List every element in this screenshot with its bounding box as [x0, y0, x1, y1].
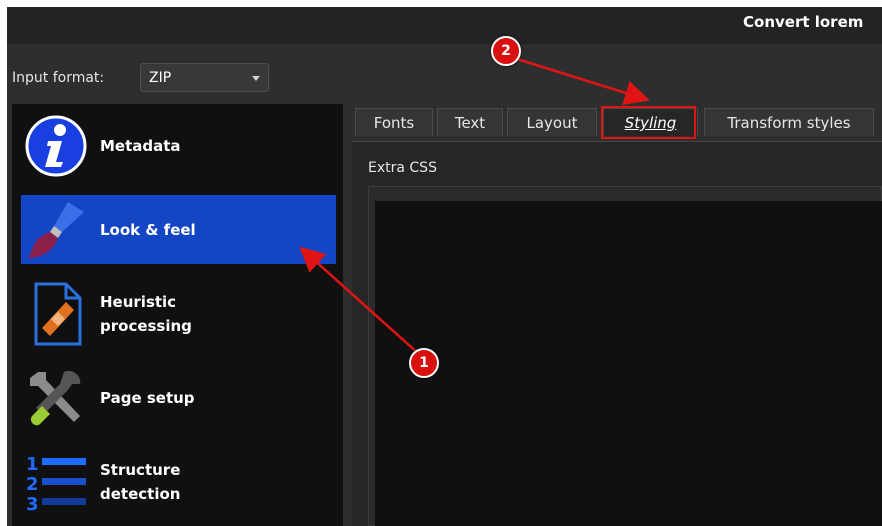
convert-dialog: Convert lorem Input format: ZIP Metadata… — [7, 7, 882, 526]
tab-layout[interactable]: Layout — [507, 108, 597, 136]
sidebar-item-label: Page setup — [100, 388, 195, 407]
tab-label: Fonts — [373, 114, 415, 132]
chevron-down-icon[interactable] — [252, 76, 260, 81]
tab-transform-styles[interactable]: Transform styles — [704, 108, 874, 136]
step-badge-1: 1 — [409, 348, 439, 378]
svg-text:2: 2 — [26, 474, 39, 495]
tab-label: Transform styles — [727, 114, 851, 132]
svg-text:3: 3 — [26, 494, 39, 514]
sidebar-item-metadata[interactable]: Metadata — [21, 111, 336, 180]
document-bandage-icon — [34, 282, 82, 346]
step-badge-2: 2 — [491, 36, 521, 66]
tab-text[interactable]: Text — [437, 108, 503, 136]
input-format-value: ZIP — [149, 70, 172, 86]
sidebar-item-label: Structure detection — [100, 460, 181, 503]
sidebar-item-label: Look & feel — [100, 220, 196, 239]
sidebar-item-structure-detection[interactable]: 1 2 3 Structure detection — [21, 447, 336, 516]
look-and-feel-panel: Fonts Text Layout Styling Transform styl… — [352, 104, 882, 526]
tab-label: Layout — [526, 114, 578, 132]
styling-tab-highlight — [601, 106, 696, 139]
tools-icon — [30, 370, 81, 426]
sidebar: Metadata Look & feel Heuristic processin… — [12, 104, 343, 526]
info-icon — [25, 115, 87, 177]
extra-css-label: Extra CSS — [368, 160, 437, 176]
svg-text:1: 1 — [26, 454, 39, 475]
sidebar-item-heuristic-processing[interactable]: Heuristic processing — [21, 279, 336, 348]
window-title: Convert lorem — [743, 13, 864, 31]
input-format-select[interactable]: ZIP — [140, 63, 269, 92]
sidebar-item-label: Heuristic processing — [100, 292, 192, 335]
tab-label: Text — [454, 114, 486, 132]
input-format-label: Input format: — [12, 70, 105, 86]
extra-css-editor[interactable] — [375, 201, 882, 526]
title-bar: Convert lorem — [7, 7, 882, 44]
sidebar-item-page-setup[interactable]: Page setup — [21, 363, 336, 432]
sidebar-item-look-and-feel[interactable]: Look & feel — [21, 195, 336, 264]
numbered-list-icon: 1 2 3 — [26, 454, 86, 514]
tab-fonts[interactable]: Fonts — [355, 108, 433, 136]
paintbrush-icon — [28, 202, 84, 258]
sidebar-item-label: Metadata — [100, 136, 181, 155]
